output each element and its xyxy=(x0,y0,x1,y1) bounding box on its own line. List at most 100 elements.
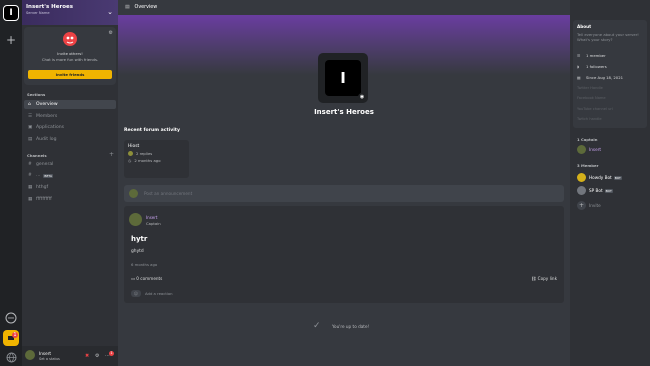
invite-card: ⚙ Invite others! Chat is more fun with f… xyxy=(24,27,116,85)
invite-member-button[interactable]: + Invite xyxy=(577,201,601,210)
add-reaction-button[interactable]: ☺ Add a reaction xyxy=(131,289,176,297)
notification-badge: 1 xyxy=(12,332,18,338)
sidebar: Insert's Heroes Server Name ⌄ ⚙ Invite o… xyxy=(22,0,118,366)
link-facebook[interactable]: Facebook Name xyxy=(577,96,606,100)
user-name: Insert xyxy=(39,351,52,356)
link-youtube[interactable]: YouTube channel url xyxy=(577,107,613,111)
rss-icon: ◗ xyxy=(577,64,580,69)
server-rail: I + 1 xyxy=(0,0,22,366)
announcement-post: Insert Captain hytr ghytd 6 months ago ▭… xyxy=(124,206,564,303)
user-panel: Insert Set a status ✖ ⚙ ⋯ 1 xyxy=(22,346,118,366)
channel-general[interactable]: # general xyxy=(24,160,116,169)
member-howdy-bot[interactable]: Howdy Bot BOT xyxy=(577,173,622,182)
main-content: ▤ Overview I ◉ Insert's Heroes Recent for… xyxy=(118,0,570,366)
server-subtitle: Server Name xyxy=(26,11,50,15)
hash-icon: # xyxy=(28,173,32,178)
nav-overview[interactable]: ⌂ Overview xyxy=(24,100,116,109)
gear-icon[interactable]: ⚙ xyxy=(109,30,113,36)
add-channel-icon[interactable]: + xyxy=(109,151,114,158)
post-author[interactable]: Insert xyxy=(146,215,157,220)
apps-icon: ▣ xyxy=(28,125,33,130)
avatar xyxy=(577,173,586,182)
stat-followers: ◗ 1 followers xyxy=(577,64,607,69)
avatar xyxy=(129,189,138,198)
link-icon: ⛓ xyxy=(530,276,538,281)
page-title: Overview xyxy=(134,5,158,10)
members-icon: ☰ xyxy=(577,53,581,58)
forum-card-title: Hiost xyxy=(128,144,140,149)
chevron-down-icon[interactable]: ⌄ xyxy=(107,8,113,16)
group-member-label: 3 Member xyxy=(577,163,599,168)
top-bar: ▤ Overview xyxy=(118,0,570,15)
avatar[interactable] xyxy=(25,350,35,360)
channel-hthgf[interactable]: ▦ hthgf xyxy=(24,183,116,192)
invite-friends-button[interactable]: Invite friends xyxy=(28,70,112,79)
avatar xyxy=(577,186,586,195)
beta-badge: BETA xyxy=(43,173,53,178)
post-title: hytr xyxy=(131,235,148,243)
sections-label: Sections xyxy=(27,92,46,97)
about-card: About Tell everyone about your server! W… xyxy=(573,20,647,128)
comments-button[interactable]: ▭ 0 comments xyxy=(131,276,162,281)
mute-icon[interactable]: ✖ xyxy=(85,353,89,359)
checkmark-icon: ✓ xyxy=(313,321,321,331)
channel-beta[interactable]: #... BETA xyxy=(24,171,116,180)
link-twitch[interactable]: Twitch handle xyxy=(577,117,602,121)
copy-link-button[interactable]: ⛓ Copy link xyxy=(531,276,557,282)
server-header[interactable]: Insert's Heroes Server Name ⌄ xyxy=(22,0,118,25)
hash-icon: # xyxy=(28,162,32,167)
post-body: ghytd xyxy=(131,249,144,254)
stat-since: ▦ Since Aug 18, 2021 xyxy=(577,75,624,80)
group-captain-label: 1 Captain xyxy=(577,137,598,142)
avatar[interactable] xyxy=(129,213,142,226)
forum-icon: ▦ xyxy=(28,185,33,190)
channel-ffff[interactable]: ▦ ffffffffff xyxy=(24,195,116,204)
up-to-date-message: ✓ You're up to date! xyxy=(313,321,370,331)
home-icon: ⌂ xyxy=(28,102,31,107)
overview-icon: ▤ xyxy=(125,5,130,10)
members-icon: ☰ xyxy=(28,114,33,119)
right-panel: About Tell everyone about your server! W… xyxy=(570,0,650,366)
bot-badge: BOT xyxy=(613,175,622,180)
forum-card[interactable]: Hiost 2 replies ◷ 2 months ago xyxy=(124,140,189,178)
gear-icon[interactable]: ⚙ xyxy=(95,353,99,359)
emoji-icon: ☺ xyxy=(131,289,141,297)
invite-title: Invite others! xyxy=(57,51,83,56)
bot-badge: BOT xyxy=(604,188,613,193)
channels-label: Channels xyxy=(27,153,47,158)
add-server-icon[interactable]: + xyxy=(3,32,19,48)
forum-time: 2 months ago xyxy=(134,158,161,163)
server-title: Insert's Heroes xyxy=(314,108,374,116)
nav-applications[interactable]: ▣ Applications xyxy=(24,123,116,132)
member-sp-bot[interactable]: SP Bot BOT xyxy=(577,186,613,195)
post-time: 6 months ago xyxy=(131,262,158,267)
recent-forum-label: Recent forum activity xyxy=(124,128,180,133)
member-insert[interactable]: Insert xyxy=(577,145,601,154)
globe-icon[interactable] xyxy=(3,349,19,365)
link-twitter[interactable]: Twitter Handle xyxy=(577,86,603,90)
log-icon: ▤ xyxy=(28,137,33,142)
server-name: Insert's Heroes xyxy=(26,4,74,10)
help-icon[interactable] xyxy=(3,310,19,326)
avatar xyxy=(577,145,586,154)
post-announcement-input[interactable]: Post an announcement xyxy=(124,185,564,202)
forum-replies: 2 replies xyxy=(136,151,153,156)
about-description[interactable]: Tell everyone about your server! What's … xyxy=(577,32,643,42)
user-badge: 1 xyxy=(109,351,114,356)
forum-icon: ▦ xyxy=(28,197,33,202)
add-user-icon: + xyxy=(577,201,586,210)
about-heading: About xyxy=(577,24,592,29)
avatar xyxy=(128,151,133,156)
user-status[interactable]: Set a status xyxy=(39,357,60,361)
clock-icon: ◷ xyxy=(128,158,132,163)
server-icon[interactable]: I xyxy=(3,5,19,21)
nav-members[interactable]: ☰ Members xyxy=(24,112,116,121)
nav-audit-log[interactable]: ▤ Audit log xyxy=(24,135,116,144)
invite-subtitle: Chat is more fun with friends. xyxy=(41,57,99,62)
stat-members: ☰ 1 member xyxy=(577,53,606,58)
calendar-icon: ▦ xyxy=(577,75,581,80)
invite-illustration xyxy=(63,32,77,46)
post-role: Captain xyxy=(146,221,161,226)
server-big-icon[interactable]: I ◉ xyxy=(318,53,368,103)
camera-icon[interactable]: ◉ xyxy=(358,93,366,101)
